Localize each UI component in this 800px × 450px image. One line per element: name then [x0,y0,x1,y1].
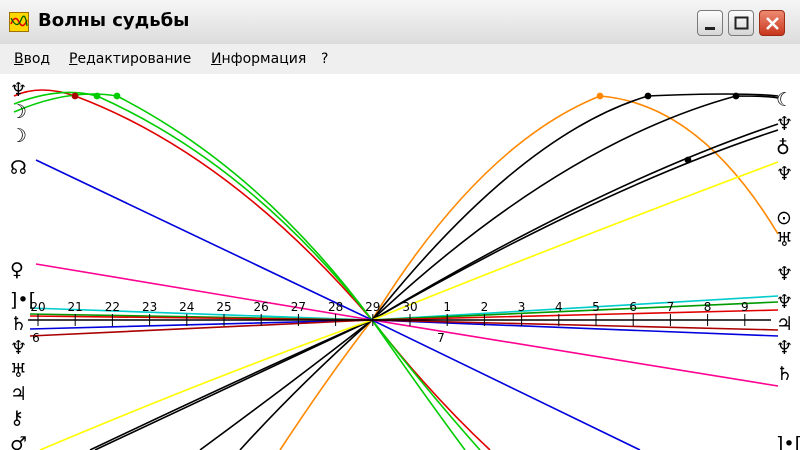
planet-symbol-left: ⚷ [10,407,24,429]
axis-secondary-label: 7 [437,331,445,345]
planet-symbol-left: ♆ [10,337,27,359]
axis-tick-label: 21 [68,300,83,314]
maximize-button[interactable] [728,10,754,36]
planet-symbol-right: ]•[ [776,433,800,450]
planet-symbol-right: ♆ [776,263,793,285]
menu-bar: Ввод Редактирование Информация ? [0,44,800,74]
peak-marker [732,92,740,100]
wave-black-1 [239,93,779,450]
wave-black-3 [89,123,779,450]
planet-symbol-left: ☊ [10,157,27,179]
axis-tick-label: 22 [105,300,120,314]
planet-symbol-left: ♀ [10,259,24,281]
peak-marker [93,92,101,100]
axis-tick-label: 6 [629,300,637,314]
minimize-icon [705,27,715,30]
window-title: Волны судьбы [38,10,190,31]
planet-symbol-right: ♃ [776,313,793,335]
planet-symbol-right: ⊙ [776,207,792,229]
planet-symbol-right: ♆ [776,291,793,313]
planet-symbol-left: ♅ [10,360,27,382]
planet-symbol-right: ♆ [776,337,793,359]
menu-edit[interactable]: Редактирование [69,51,191,67]
planet-symbol-left: ☽ [10,125,27,147]
wave-curves [13,89,779,450]
planet-symbol-right: ♄ [776,363,793,385]
planet-symbol-right: ♆ [776,163,793,185]
minimize-button[interactable] [697,10,723,36]
axis-tick-label: 2 [481,300,489,314]
planet-symbol-right: ☾ [776,89,793,111]
app-icon [9,12,29,32]
planet-symbols-right: ☾♆♁♆⊙♅♆♆♃♆♄]•[ [776,89,800,450]
planet-symbol-right: ♆ [776,113,793,135]
axis-tick-label: 9 [741,300,749,314]
axis-tick-label: 4 [555,300,563,314]
peak-marker [684,156,692,164]
title-bar: Волны судьбы [0,0,800,45]
axis-tick-label: 23 [142,300,157,314]
wave-red [13,89,491,450]
axis-tick-label: 28 [328,300,343,314]
planet-symbol-left: ♄ [10,313,27,335]
planet-symbol-right: ♅ [776,229,793,251]
axis-tick-label: 24 [179,300,194,314]
axis-tick-label: 3 [518,300,526,314]
planet-symbol-left: ♆ [10,79,27,101]
waves-plot[interactable]: 20 21 22 23 24 25 26 27 28 29 30 1 2 3 4 5 6 7 8 96 7 ♆☽☽☊♀]… [0,74,800,450]
menu-help[interactable]: ? [321,51,328,67]
axis-tick-label: 5 [592,300,600,314]
wave-black-4 [94,129,779,450]
planet-symbols-left: ♆☽☽☊♀]•[♄♆♅♃⚷♂ [10,79,36,450]
menu-input[interactable]: Ввод [14,51,50,67]
peak-marker [644,92,652,100]
axis-tick-label: 7 [667,300,675,314]
planet-symbol-left: ♃ [10,383,27,405]
axis-tick-label: 1 [443,300,451,314]
maximize-icon [734,16,749,30]
planet-symbol-left: ☽ [10,101,27,123]
axis-tick-label: 26 [254,300,269,314]
peak-marker [596,92,604,100]
waves-canvas[interactable]: 20 21 22 23 24 25 26 27 28 29 30 1 2 3 4 5 6 7 8 9 6 7 ♆ ☽ ☽ ☊ ♀]… [0,74,800,450]
axis-tick-label: 25 [216,300,231,314]
peak-marker [113,92,121,100]
axis-tick-label: 30 [402,300,417,314]
planet-symbol-left: ]•[ [10,289,36,311]
axis-tick-label: 29 [365,300,380,314]
planet-symbol-right: ♁ [776,137,790,159]
menu-info[interactable]: Информация [211,51,306,67]
axis-tick-label: 27 [291,300,306,314]
close-button[interactable] [759,10,785,36]
wave-magenta [35,263,779,387]
planet-symbol-left: ♂ [10,433,27,450]
close-icon [766,17,779,30]
peak-marker [71,92,79,100]
axis-tick-label: 8 [704,300,712,314]
axis-secondary-label: 6 [32,331,40,345]
wave-darkred-flat [29,319,779,337]
